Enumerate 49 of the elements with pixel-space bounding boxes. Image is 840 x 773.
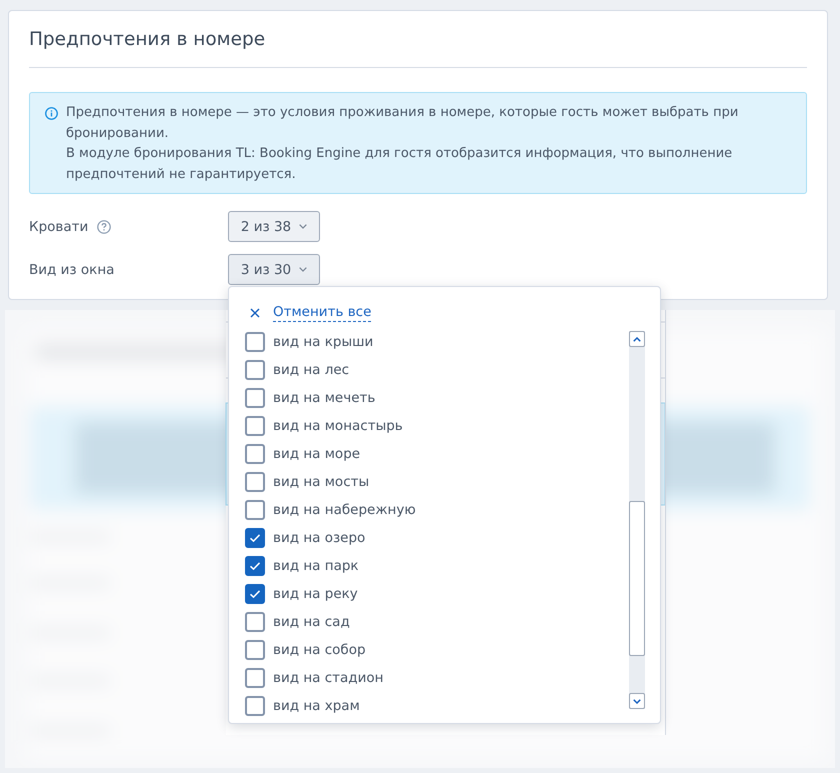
checkmark-icon bbox=[250, 562, 260, 570]
option-item[interactable]: вид на озеро bbox=[245, 524, 366, 552]
field-label: Вид из окна bbox=[29, 262, 114, 278]
checkbox[interactable] bbox=[245, 416, 265, 436]
close-icon[interactable] bbox=[250, 308, 260, 318]
checkbox[interactable] bbox=[245, 332, 265, 352]
info-text: В модуле бронирования TL: Booking Engine для гостя отобразится информация, что выполнение предпочтений не гарантируется. bbox=[66, 145, 734, 184]
checkbox[interactable] bbox=[245, 612, 265, 632]
checkmark-icon bbox=[250, 534, 260, 542]
option-item[interactable]: вид на море bbox=[245, 440, 360, 468]
chevron-down-icon bbox=[633, 698, 641, 704]
select-dropdown[interactable]: 3 из 30 bbox=[228, 254, 320, 285]
select-dropdown[interactable]: 2 из 38 bbox=[228, 211, 320, 242]
section-title: Предпочтения в номере bbox=[29, 28, 266, 52]
info-text: Предпочтения в номере — это условия проживания в номере, которые гость может выбрать при бронировании. bbox=[66, 104, 740, 142]
option-item[interactable]: вид на лес bbox=[245, 356, 350, 384]
checkbox[interactable] bbox=[245, 584, 265, 604]
checkbox[interactable] bbox=[245, 696, 265, 716]
scroll-up-button[interactable] bbox=[629, 331, 645, 347]
info-icon bbox=[45, 107, 58, 120]
checkbox[interactable] bbox=[245, 444, 265, 464]
option-item[interactable]: вид на монастырь bbox=[245, 412, 403, 440]
option-item[interactable]: вид на сад bbox=[245, 608, 350, 636]
checkbox[interactable] bbox=[245, 556, 265, 576]
option-item[interactable]: вид на парк bbox=[245, 552, 359, 580]
caret-icon bbox=[299, 224, 308, 229]
option-item[interactable]: вид на реку bbox=[245, 580, 358, 608]
option-item[interactable]: вид на собор bbox=[245, 636, 366, 664]
option-item[interactable]: вид на стадион bbox=[245, 664, 384, 692]
option-item[interactable]: вид на набережную bbox=[245, 496, 416, 524]
checkbox[interactable] bbox=[245, 528, 265, 548]
option-item[interactable]: вид на мосты bbox=[245, 468, 370, 496]
checkbox[interactable] bbox=[245, 360, 265, 380]
checkbox[interactable] bbox=[245, 388, 265, 408]
clear-all-link[interactable]: Отменить все bbox=[273, 304, 372, 322]
chevron-up-icon bbox=[633, 336, 641, 342]
scrollbar-thumb[interactable] bbox=[629, 501, 645, 656]
field-label: Кровати bbox=[29, 218, 88, 234]
scroll-down-button[interactable] bbox=[629, 693, 645, 709]
checkbox[interactable] bbox=[245, 500, 265, 520]
option-item[interactable]: вид на мечеть bbox=[245, 384, 376, 412]
checkbox[interactable] bbox=[245, 472, 265, 492]
option-item[interactable]: вид на храм bbox=[245, 692, 360, 720]
help-icon[interactable] bbox=[97, 220, 112, 234]
checkmark-icon bbox=[250, 590, 260, 598]
checkbox[interactable] bbox=[245, 640, 265, 660]
caret-icon bbox=[299, 267, 308, 272]
checkbox[interactable] bbox=[245, 668, 265, 688]
option-item[interactable]: вид на крыши bbox=[245, 328, 374, 356]
